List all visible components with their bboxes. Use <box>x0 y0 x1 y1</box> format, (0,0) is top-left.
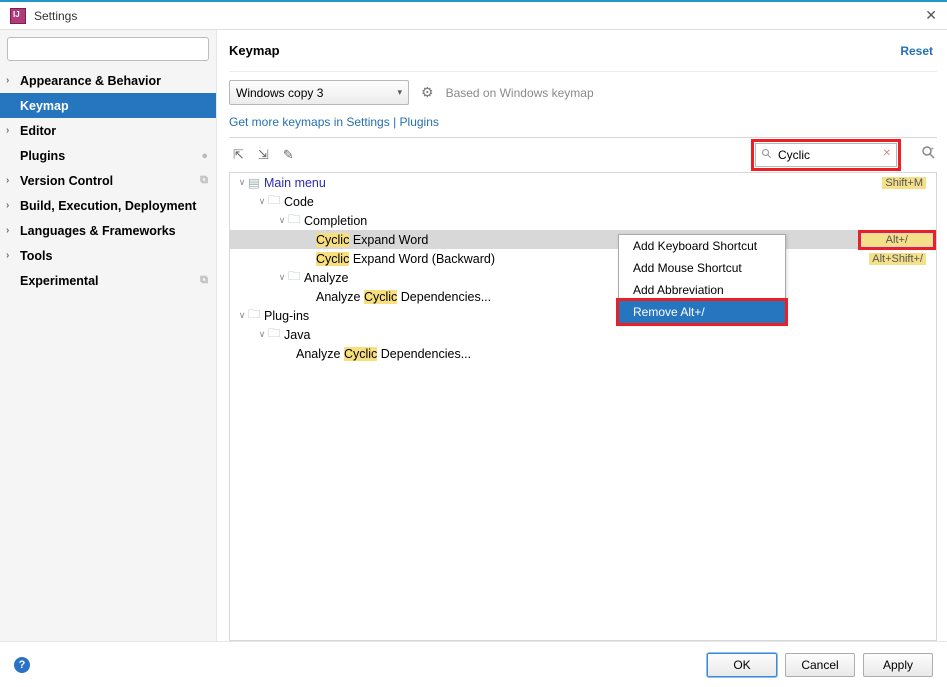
sidebar-item-label: Plugins <box>20 149 201 163</box>
ctx-add-keyboard[interactable]: Add Keyboard Shortcut <box>619 235 785 257</box>
chevron-down-icon: ∨ <box>256 329 268 340</box>
chevron-down-icon: ∨ <box>276 272 288 283</box>
keymap-search-input[interactable] <box>755 143 897 167</box>
project-meta-icon: ⧉ <box>200 174 208 187</box>
tree-label: Java <box>284 328 926 342</box>
sidebar-item-editor[interactable]: ›Editor <box>0 118 216 143</box>
ctx-add-abbrev[interactable]: Add Abbreviation <box>619 279 785 301</box>
based-on-text: Based on Windows keymap <box>446 86 594 100</box>
sidebar-item-tools[interactable]: ›Tools <box>0 243 216 268</box>
tree-row-cyclic-expand[interactable]: Cyclic Expand Word Alt+/ <box>230 230 936 249</box>
chevron-down-icon: ∨ <box>236 310 248 321</box>
tree-row-code[interactable]: ∨ 🗀 Code <box>230 192 936 211</box>
select-value: Windows copy 3 <box>236 86 323 100</box>
keymap-tree[interactable]: ∨ ▤ Main menu Shift+M ∨ 🗀 Code ∨ 🗀 Compl… <box>229 172 937 641</box>
sidebar-item-label: Appearance & Behavior <box>20 74 208 88</box>
settings-sidebar: ›Appearance & Behavior Keymap ›Editor Pl… <box>0 30 217 641</box>
get-more-keymaps-link[interactable]: Get more keymaps in Settings | Plugins <box>229 115 439 129</box>
tree-row-analyze[interactable]: ∨ 🗀 Analyze <box>230 268 936 287</box>
sidebar-item-label: Build, Execution, Deployment <box>20 199 208 213</box>
sidebar-item-appearance[interactable]: ›Appearance & Behavior <box>0 68 216 93</box>
sidebar-item-languages[interactable]: ›Languages & Frameworks <box>0 218 216 243</box>
sidebar-item-label: Experimental <box>20 274 200 288</box>
sidebar-search-input[interactable] <box>7 37 209 61</box>
edit-icon[interactable]: ✎ <box>283 147 294 163</box>
cancel-button[interactable]: Cancel <box>785 653 855 677</box>
sidebar-item-label: Tools <box>20 249 208 263</box>
tree-label: Plug-ins <box>264 309 926 323</box>
updates-badge-icon: ● <box>201 150 208 162</box>
collapse-all-icon[interactable]: ⇲ <box>258 147 269 163</box>
tree-label: Main menu <box>264 176 882 190</box>
sidebar-item-keymap[interactable]: Keymap <box>0 93 216 118</box>
tree-label: Analyze <box>304 271 926 285</box>
tree-row-analyze-dep[interactable]: Analyze Cyclic Dependencies... <box>230 287 936 306</box>
project-meta-icon: ⧉ <box>200 274 208 287</box>
chevron-down-icon: ∨ <box>276 215 288 226</box>
sidebar-item-experimental[interactable]: Experimental⧉ <box>0 268 216 293</box>
main-panel: Keymap Reset Windows copy 3 ▾ ⚙ Based on… <box>217 30 947 641</box>
app-logo-icon <box>10 8 26 24</box>
tree-row-completion[interactable]: ∨ 🗀 Completion <box>230 211 936 230</box>
tree-row-plugins[interactable]: ∨ 🗀 Plug-ins <box>230 306 936 325</box>
clear-icon[interactable]: ✕ <box>883 148 891 159</box>
window-title: Settings <box>34 9 925 23</box>
sidebar-item-label: Version Control <box>20 174 200 188</box>
tree-row-java[interactable]: ∨ 🗀 Java <box>230 325 936 344</box>
keymap-actionbar: ⇱ ⇲ ✎ ✕ + <box>229 138 937 172</box>
keymap-scheme-select[interactable]: Windows copy 3 ▾ <box>229 80 409 105</box>
ctx-add-mouse[interactable]: Add Mouse Shortcut <box>619 257 785 279</box>
folder-icon: 🗀 <box>268 191 284 212</box>
folder-icon: 🗀 <box>288 267 304 288</box>
chevron-down-icon: ∨ <box>256 196 268 207</box>
apply-button[interactable]: Apply <box>863 653 933 677</box>
context-menu: Add Keyboard Shortcut Add Mouse Shortcut… <box>618 234 786 324</box>
sidebar-item-label: Keymap <box>20 99 208 113</box>
tree-label: Analyze Cyclic Dependencies... <box>296 347 926 361</box>
tree-row-cyclic-expand-back[interactable]: Cyclic Expand Word (Backward) Alt+Shift+… <box>230 249 936 268</box>
tree-row-analyze-dep-java[interactable]: Analyze Cyclic Dependencies... <box>230 344 936 363</box>
sidebar-item-build[interactable]: ›Build, Execution, Deployment <box>0 193 216 218</box>
folder-icon: 🗀 <box>288 210 304 231</box>
ok-button[interactable]: OK <box>707 653 777 677</box>
folder-icon: 🗀 <box>248 305 264 326</box>
sidebar-item-plugins[interactable]: Plugins● <box>0 143 216 168</box>
tree-label: Cyclic Expand Word (Backward) <box>316 252 869 266</box>
svg-text:+: + <box>930 146 934 153</box>
menu-icon: ▤ <box>248 175 264 190</box>
shortcut-label: Alt+Shift+/ <box>869 253 926 265</box>
sidebar-item-vcs[interactable]: ›Version Control⧉ <box>0 168 216 193</box>
chevron-down-icon: ∨ <box>236 177 248 188</box>
tree-label: Code <box>284 195 926 209</box>
shortcut-label: Shift+M <box>882 177 926 189</box>
gear-icon[interactable]: ⚙ <box>421 84 434 101</box>
find-by-shortcut-icon[interactable]: + <box>921 145 937 166</box>
reset-link[interactable]: Reset <box>900 44 937 58</box>
help-icon[interactable]: ? <box>14 657 30 673</box>
shortcut-label: Alt+/ <box>862 234 932 246</box>
titlebar: Settings ✕ <box>0 2 947 30</box>
keymap-search-wrap: ✕ <box>755 143 897 167</box>
close-icon[interactable]: ✕ <box>925 7 937 24</box>
dialog-footer: ? OK Cancel Apply <box>0 641 947 687</box>
sidebar-item-label: Editor <box>20 124 208 138</box>
tree-label: Completion <box>304 214 926 228</box>
expand-all-icon[interactable]: ⇱ <box>233 147 244 163</box>
tree-row-mainmenu[interactable]: ∨ ▤ Main menu Shift+M <box>230 173 936 192</box>
sidebar-item-label: Languages & Frameworks <box>20 224 208 238</box>
search-icon <box>761 148 773 160</box>
chevron-down-icon: ▾ <box>397 87 402 98</box>
folder-icon: 🗀 <box>268 324 284 345</box>
ctx-remove-shortcut[interactable]: Remove Alt+/ <box>619 301 785 323</box>
page-title: Keymap <box>229 43 900 58</box>
